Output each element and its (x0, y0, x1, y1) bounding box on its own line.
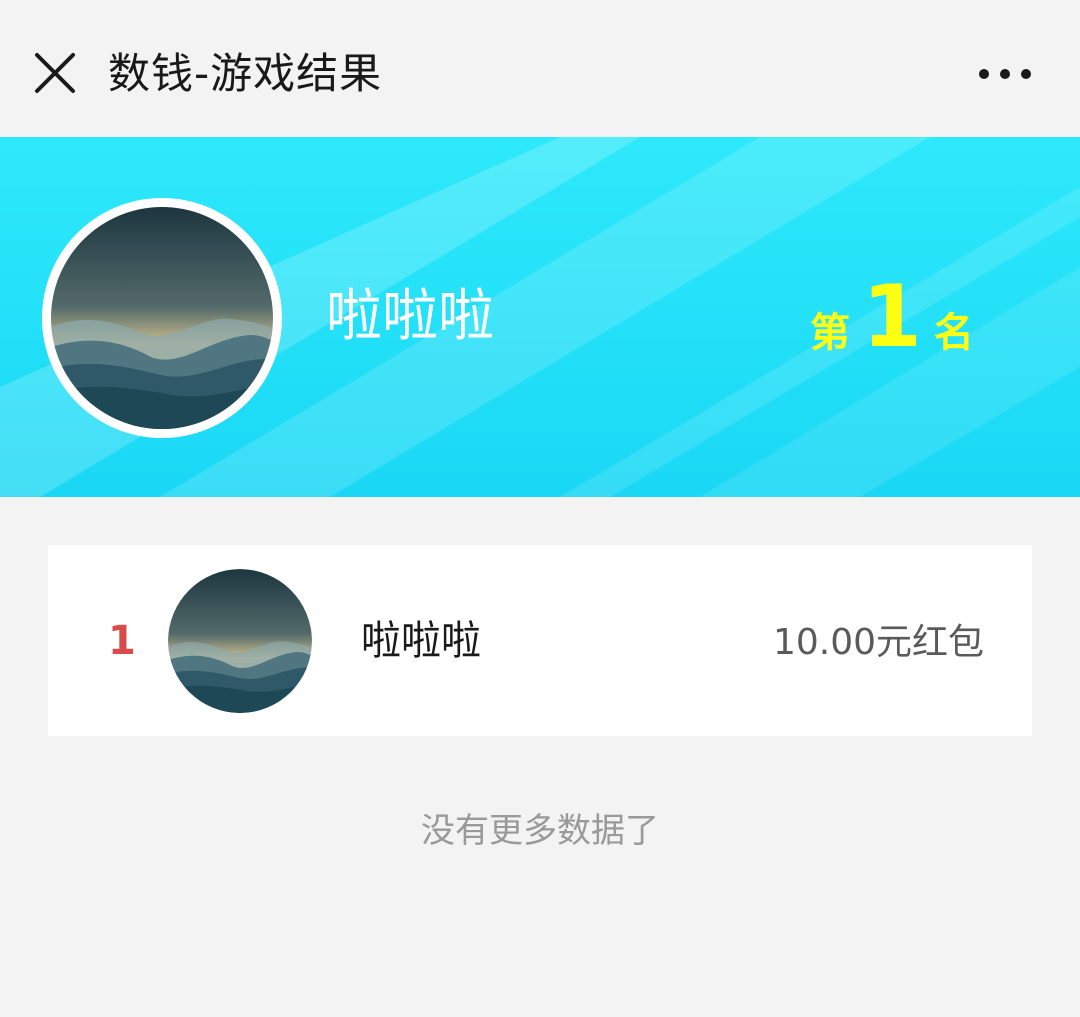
close-icon[interactable] (30, 48, 80, 98)
no-more-data-hint: 没有更多数据了 (421, 811, 659, 851)
night-mountain-moon-avatar (51, 207, 273, 429)
list-item-name: 啦啦啦 (361, 618, 481, 664)
rank-suffix: 名 (933, 310, 974, 356)
more-dots-icon[interactable] (970, 52, 1040, 96)
list-item-prize: 10.00元红包 (772, 622, 984, 663)
rank-prefix: 第 (810, 310, 850, 356)
banner-rank: 第1名 (810, 274, 974, 367)
user-avatar-large (42, 198, 282, 438)
list-item-rank: 1 (108, 618, 136, 664)
banner-user-name: 啦啦啦 (326, 284, 494, 349)
rank-number: 1 (862, 267, 922, 367)
night-mountain-moon-avatar (168, 569, 312, 713)
list-item-avatar (168, 569, 312, 713)
page-title: 数钱-游戏结果 (108, 49, 383, 98)
result-banner: 啦啦啦 第1名 (0, 137, 1080, 497)
results-list: 1 啦啦啦 10.00元红包 (48, 545, 1032, 736)
top-nav-bar: 数钱-游戏结果 (0, 0, 1080, 137)
